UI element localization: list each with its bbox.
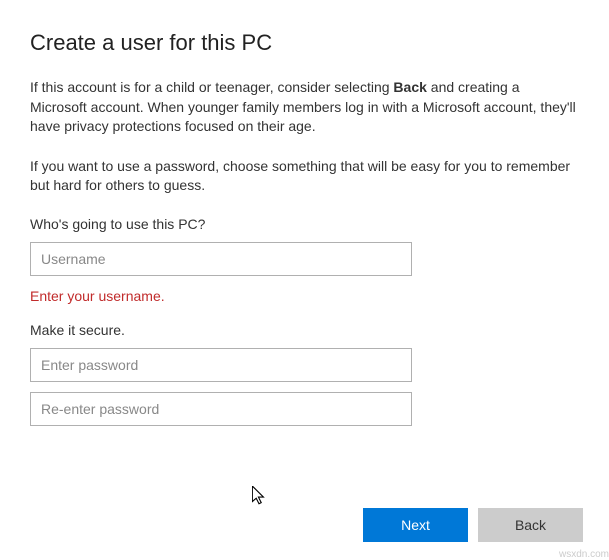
- username-input[interactable]: [30, 242, 412, 276]
- password-label: Make it secure.: [30, 322, 579, 338]
- description-password: If you want to use a password, choose so…: [30, 157, 579, 196]
- username-error: Enter your username.: [30, 288, 579, 304]
- footer-buttons: Next Back: [363, 508, 583, 542]
- cursor-icon: [252, 486, 266, 506]
- next-button[interactable]: Next: [363, 508, 468, 542]
- password-input[interactable]: [30, 348, 412, 382]
- username-label: Who's going to use this PC?: [30, 216, 579, 232]
- watermark: wsxdn.com: [559, 549, 609, 560]
- back-button[interactable]: Back: [478, 508, 583, 542]
- desc1-pre: If this account is for a child or teenag…: [30, 79, 393, 95]
- page-title: Create a user for this PC: [30, 30, 579, 56]
- reenter-password-input[interactable]: [30, 392, 412, 426]
- description-child-account: If this account is for a child or teenag…: [30, 78, 579, 137]
- desc1-bold: Back: [393, 79, 426, 95]
